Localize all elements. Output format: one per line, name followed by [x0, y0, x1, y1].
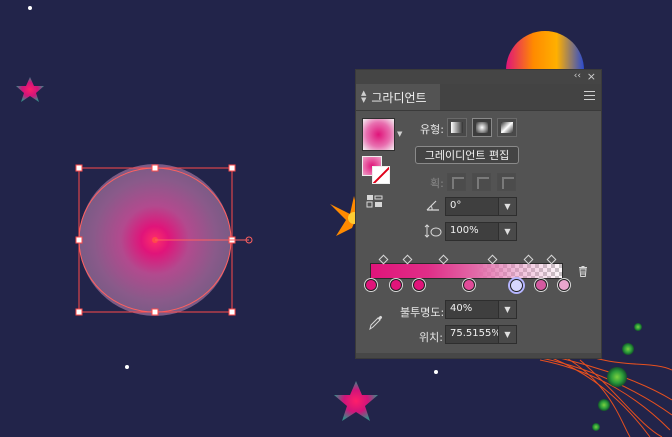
trash-icon[interactable] [578, 266, 588, 277]
collapse-panel-button[interactable]: ‹‹ [574, 71, 581, 81]
selection-handle[interactable] [228, 308, 236, 316]
gradient-stop[interactable] [463, 279, 476, 291]
linear-gradient-icon [451, 122, 463, 133]
selected-gradient-object[interactable] [75, 164, 253, 316]
panel-tab-row: ▲ ▼ 그라디언트 [356, 84, 601, 111]
freeform-gradient-icon [501, 122, 513, 133]
fill-stroke-toggle[interactable] [362, 156, 392, 184]
stroke-along-icon [477, 177, 489, 189]
star-dot [434, 370, 438, 374]
green-ball [622, 343, 634, 355]
location-label: 위치: [419, 331, 443, 344]
aspect-ratio-field[interactable]: 100% ▼ [445, 222, 517, 241]
location-value[interactable]: 75.5155% [450, 328, 501, 339]
panel-resize-grip[interactable] [356, 353, 601, 358]
gradient-preview-swatch[interactable] [362, 118, 395, 151]
stroke-across-icon [502, 177, 514, 189]
gradient-stop[interactable] [365, 279, 377, 291]
close-panel-button[interactable]: × [587, 70, 596, 83]
tab-gradient[interactable]: ▲ ▼ 그라디언트 [356, 84, 440, 110]
selection-handle[interactable] [75, 164, 83, 172]
radial-gradient-icon [476, 122, 488, 133]
panel-menu-icon[interactable] [584, 91, 595, 100]
location-field[interactable]: 75.5155% ▼ [445, 325, 517, 344]
stroke-swatch[interactable] [372, 166, 390, 184]
tab-updown-icon: ▲ ▼ [361, 89, 367, 104]
green-ball [592, 423, 600, 431]
stroke-along-button[interactable] [472, 173, 491, 191]
green-ball [607, 367, 627, 387]
chevron-down-icon[interactable]: ▼ [498, 326, 516, 343]
angle-value[interactable]: 0° [450, 200, 461, 211]
opacity-label: 불투명도: [400, 306, 445, 319]
stroke-within-icon [452, 177, 464, 189]
gradient-stop[interactable] [558, 279, 570, 291]
angle-icon [426, 200, 439, 211]
planet-shape [506, 31, 584, 70]
green-ball [598, 399, 610, 411]
star-dot [125, 365, 129, 369]
freeform-type-button[interactable] [497, 118, 517, 137]
stroke-within-button[interactable] [447, 173, 466, 191]
star-shape-left [16, 77, 44, 102]
selection-handle[interactable] [151, 308, 159, 316]
angle-field[interactable]: 0° ▼ [445, 197, 517, 216]
selection-handle[interactable] [151, 164, 159, 172]
gradient-stop[interactable] [534, 279, 547, 291]
opacity-value[interactable]: 40% [450, 303, 472, 314]
panel-title: 그라디언트 [371, 90, 427, 105]
gradient-stop[interactable] [413, 279, 426, 291]
selection-handle[interactable] [228, 164, 236, 172]
preview-dropdown-icon[interactable]: ▼ [397, 130, 402, 138]
gradient-slider-bar[interactable] [370, 263, 563, 279]
green-ball [634, 323, 642, 331]
radial-type-button[interactable] [472, 118, 492, 137]
gradient-stop[interactable] [390, 279, 403, 291]
selection-handle[interactable] [75, 308, 83, 316]
selection-handle[interactable] [75, 236, 83, 244]
linear-type-button[interactable] [447, 118, 467, 137]
panel-topbar[interactable]: ‹‹ × [356, 70, 601, 84]
aspect-ratio-value[interactable]: 100% [450, 225, 479, 236]
opacity-field[interactable]: 40% ▼ [445, 300, 517, 319]
eyedropper-icon[interactable] [368, 313, 384, 331]
stroke-label: 획: [430, 177, 444, 190]
star-shape-bottom [334, 381, 378, 421]
chevron-down-icon[interactable]: ▼ [498, 198, 516, 215]
stroke-across-button[interactable] [497, 173, 516, 191]
chevron-down-icon[interactable]: ▼ [498, 301, 516, 318]
reverse-gradient-icon[interactable] [366, 194, 384, 208]
gradient-panel: ‹‹ × ▲ ▼ 그라디언트 ▼ 유형: 그레이디언트 편집 획: 0° ▼ 1… [355, 69, 602, 359]
edit-gradient-button[interactable]: 그레이디언트 편집 [415, 146, 519, 164]
star-dot [28, 6, 32, 10]
type-label: 유형: [420, 123, 444, 136]
gradient-stop[interactable] [510, 279, 524, 292]
aspect-ratio-icon [424, 224, 442, 238]
chevron-down-icon[interactable]: ▼ [498, 223, 516, 240]
